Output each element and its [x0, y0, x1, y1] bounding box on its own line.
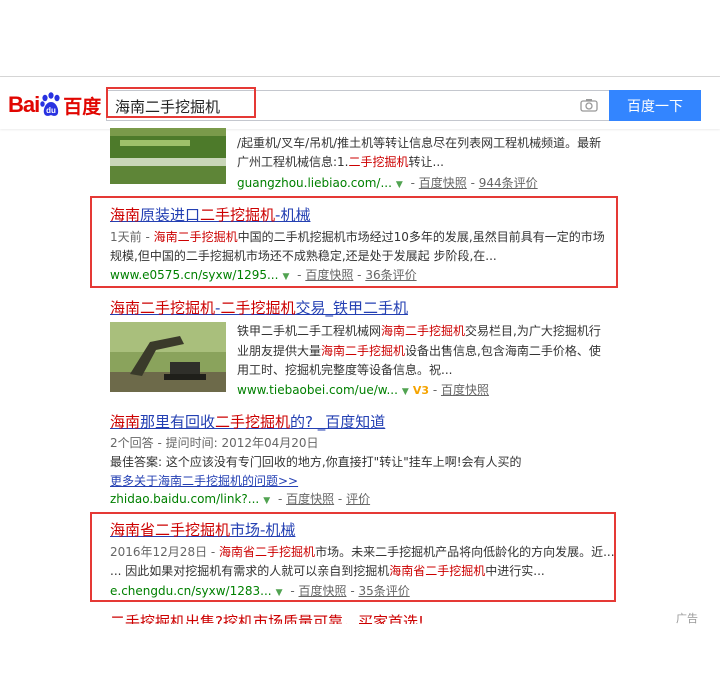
dropdown-arrow-icon[interactable]: ▼	[396, 180, 403, 190]
result6-title[interactable]: 二手挖掘机出售?挖机市场质量可靠，买家首选!	[110, 612, 424, 624]
result3-line2: 业朋友提供大量海南二手挖掘机设备出售信息,包含海南二手价格、使	[237, 344, 601, 358]
dropdown-arrow-icon[interactable]: ▼	[276, 588, 283, 598]
result1-thumbnail[interactable]	[110, 128, 226, 184]
result4-reviews-link[interactable]: 评价	[346, 492, 370, 506]
result2-reviews-link[interactable]: 36条评价	[365, 268, 416, 282]
result3-thumbnail[interactable]	[110, 322, 226, 392]
ad-label: 广告	[676, 612, 698, 625]
result3-meta: www.tiebaobei.com/ue/w... ▼ V3 - 百度快照	[237, 383, 489, 397]
camera-icon[interactable]	[580, 98, 598, 112]
result1-snippet-line1: /起重机/叉车/吊机/推土机等转让信息尽在列表网工程机械频道。最新	[237, 136, 602, 150]
logo-text-bai: Bai	[8, 92, 40, 117]
result3-line1: 铁甲二手机二手工程机械网海南二手挖掘机交易栏目,为广大挖掘机行	[237, 324, 601, 338]
search-button[interactable]: 百度一下	[609, 90, 701, 121]
result1-url[interactable]: guangzhou.liebiao.com/...	[237, 176, 392, 190]
result5-line2: ... 因此如果对挖掘机有需求的人就可以亲自到挖掘机海南省二手挖掘机中进行实..…	[110, 564, 545, 578]
result2-line2: 规模,但中国的二手挖掘机市场还不成熟稳定,还是处于发展起 步阶段,在...	[110, 249, 497, 263]
result4-meta: zhidao.baidu.com/link?... ▼ - 百度快照 - 评价	[110, 492, 371, 506]
result6-clip: 二手挖掘机出售?挖机市场质量可靠，买家首选!	[0, 612, 720, 624]
result1-snapshot-link[interactable]: 百度快照	[419, 176, 467, 190]
result2-line1: 1天前 - 海南二手挖掘机中国的二手机挖掘机市场经过10多年的发展,虽然目前具有…	[110, 230, 605, 244]
result1-meta: guangzhou.liebiao.com/... ▼ - 百度快照 - 944条…	[237, 176, 538, 190]
paw-icon: du	[40, 92, 62, 118]
result2-meta: www.e0575.cn/syxw/1295... ▼ - 百度快照 - 36条评…	[110, 268, 417, 282]
dropdown-arrow-icon[interactable]: ▼	[263, 496, 270, 506]
result2-title[interactable]: 海南原装进口二手挖掘机-机械	[110, 205, 310, 225]
result4-line1: 2个回答 - 提问时间: 2012年04月20日	[110, 436, 319, 450]
dropdown-arrow-icon[interactable]: ▼	[282, 272, 289, 282]
result5-title[interactable]: 海南省二手挖掘机市场-机械	[110, 520, 295, 540]
result4-snapshot-link[interactable]: 百度快照	[286, 492, 334, 506]
result3-snapshot-link[interactable]: 百度快照	[441, 383, 489, 397]
svg-text:du: du	[46, 106, 56, 115]
baidu-logo[interactable]: Bai du 百度	[8, 90, 101, 120]
result3-url[interactable]: www.tiebaobei.com/ue/w...	[237, 383, 398, 397]
result4-url[interactable]: zhidao.baidu.com/link?...	[110, 492, 259, 506]
result3-line3: 用工时、挖掘机完整度等设备信息。祝...	[237, 363, 453, 377]
result4-line2: 最佳答案: 这个应该没有专门回收的地方,你直接打"转让"挂车上啊!会有人买的	[110, 455, 522, 469]
result5-reviews-link[interactable]: 35条评价	[358, 584, 409, 598]
result1-reviews-link[interactable]: 944条评价	[479, 176, 538, 190]
result5-snapshot-link[interactable]: 百度快照	[298, 584, 346, 598]
query-highlight-box	[106, 87, 256, 118]
result4-title[interactable]: 海南那里有回收二手挖掘机的? _百度知道	[110, 412, 385, 432]
result5-url[interactable]: e.chengdu.cn/syxw/1283...	[110, 584, 272, 598]
result5-line1: 2016年12月28日 - 海南省二手挖掘机市场。未来二手挖掘机产品将向低龄化的…	[110, 545, 615, 559]
dropdown-arrow-icon[interactable]: ▼	[402, 387, 409, 397]
result4-more-link[interactable]: 更多关于海南二手挖掘机的问题>>	[110, 471, 298, 492]
logo-text-cn: 百度	[63, 95, 102, 118]
result1-snippet-line2: 广州工程机械信息:1.二手挖掘机转让...	[237, 155, 444, 169]
result3-title[interactable]: 海南二手挖掘机-二手挖掘机交易_铁甲二手机	[110, 298, 408, 318]
result2-url[interactable]: www.e0575.cn/syxw/1295...	[110, 268, 278, 282]
v3-badge[interactable]: V3	[413, 384, 429, 397]
result5-meta: e.chengdu.cn/syxw/1283... ▼ - 百度快照 - 35条评…	[110, 584, 410, 598]
result2-snapshot-link[interactable]: 百度快照	[305, 268, 353, 282]
